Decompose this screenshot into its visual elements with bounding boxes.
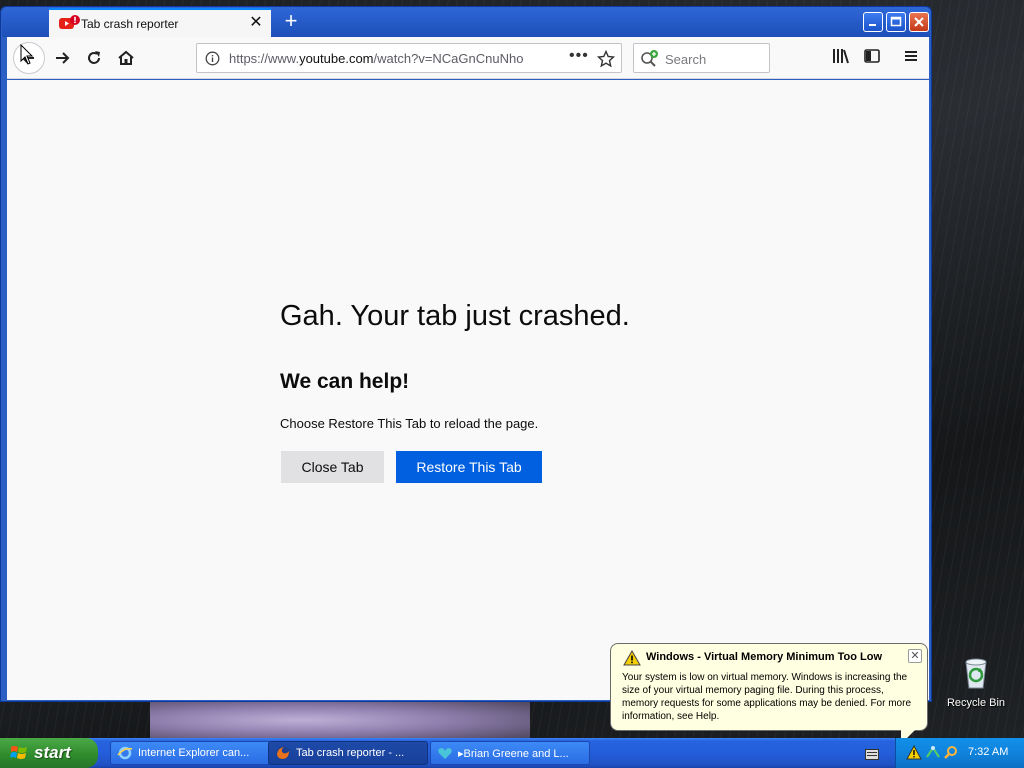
tab-crash-reporter[interactable]: Tab crash reporter ✕ <box>49 8 271 38</box>
warning-icon <box>623 649 641 671</box>
library-icon[interactable] <box>831 47 851 70</box>
search-icon <box>640 50 660 73</box>
url-bar[interactable]: https://www.youtube.com/watch?v=NCaGnCnu… <box>196 43 622 73</box>
taskbar-item-label: Internet Explorer can... <box>138 747 250 759</box>
home-icon <box>118 50 134 65</box>
virtual-memory-balloon[interactable]: Windows - Virtual Memory Minimum Too Low… <box>610 643 928 731</box>
url-path: /watch?v=NCaGnCnuNho <box>373 51 524 66</box>
warning-icon[interactable] <box>906 744 922 765</box>
reload-icon <box>88 51 100 64</box>
keyboard-icon[interactable] <box>865 747 879 765</box>
navigation-toolbar: https://www.youtube.com/watch?v=NCaGnCnu… <box>7 37 929 79</box>
search-icon[interactable] <box>943 745 959 765</box>
search-input[interactable]: Search <box>665 52 706 67</box>
media-icon <box>438 748 452 759</box>
firefox-icon <box>276 746 290 760</box>
bookmark-star-icon[interactable] <box>596 49 616 73</box>
sidebar-icon[interactable] <box>863 47 881 70</box>
info-icon[interactable] <box>205 51 220 71</box>
recycle-bin[interactable]: Recycle Bin <box>944 656 1008 709</box>
start-button[interactable]: start <box>0 738 98 768</box>
tab-strip: Tab crash reporter ✕ + <box>2 7 930 38</box>
close-icon[interactable]: ✕ <box>908 649 922 663</box>
recycle-bin-label: Recycle Bin <box>946 697 1006 709</box>
url-text[interactable]: https://www.youtube.com/watch?v=NCaGnCnu… <box>229 51 523 66</box>
clock[interactable]: 7:32 AM <box>968 746 1008 758</box>
browser-window: Tab crash reporter ✕ + https://www.youtu… <box>0 6 932 702</box>
ie-icon <box>117 746 133 760</box>
restore-tab-button[interactable]: Restore This Tab <box>396 451 542 483</box>
page-actions-more-icon[interactable]: ••• <box>569 47 589 65</box>
start-label: start <box>34 743 71 762</box>
close-tab-button[interactable]: Close Tab <box>281 451 384 483</box>
crash-page: Gah. Your tab just crashed. We can help!… <box>7 80 929 700</box>
mouse-cursor-icon <box>20 44 34 65</box>
crash-subtitle: We can help! <box>280 370 410 393</box>
hamburger-menu-icon[interactable] <box>902 47 920 70</box>
arrow-right-icon <box>56 52 70 64</box>
windows-logo-icon <box>10 746 27 759</box>
url-prefix: https://www. <box>229 51 300 66</box>
minimize-button[interactable] <box>863 12 883 32</box>
reload-button[interactable] <box>79 43 109 73</box>
maximize-button[interactable] <box>886 12 906 32</box>
youtube-crashed-icon <box>59 15 80 29</box>
url-domain: youtube.com <box>299 51 374 66</box>
taskbar-item-brian-greene[interactable]: ▸Brian Greene and L... <box>430 741 590 765</box>
network-icon[interactable] <box>925 745 941 765</box>
taskbar-item-internet-explorer[interactable]: Internet Explorer can... <box>110 741 270 765</box>
search-bar[interactable]: Search <box>633 43 770 73</box>
taskbar-item-label: ▸Brian Greene and L... <box>458 747 569 760</box>
taskbar-item-label: Tab crash reporter - ... <box>296 747 405 759</box>
window-close-button[interactable] <box>909 12 929 32</box>
forward-button[interactable] <box>47 43 77 73</box>
recycle-bin-icon <box>965 658 987 689</box>
home-button[interactable] <box>111 43 141 73</box>
close-icon[interactable]: ✕ <box>247 14 265 32</box>
tab-title: Tab crash reporter <box>81 17 179 31</box>
system-tray: 7:32 AM <box>895 738 1024 768</box>
desktop-wallpaper-photo <box>150 700 530 740</box>
balloon-body: Your system is low on virtual memory. Wi… <box>622 672 912 722</box>
crash-title: Gah. Your tab just crashed. <box>280 300 630 332</box>
taskbar: start Internet Explorer can... Tab crash… <box>0 738 1024 768</box>
crash-description: Choose Restore This Tab to reload the pa… <box>280 416 539 431</box>
new-tab-button[interactable]: + <box>280 10 302 32</box>
balloon-title: Windows - Virtual Memory Minimum Too Low <box>646 651 882 663</box>
taskbar-item-tab-crash-reporter[interactable]: Tab crash reporter - ... <box>268 741 428 765</box>
